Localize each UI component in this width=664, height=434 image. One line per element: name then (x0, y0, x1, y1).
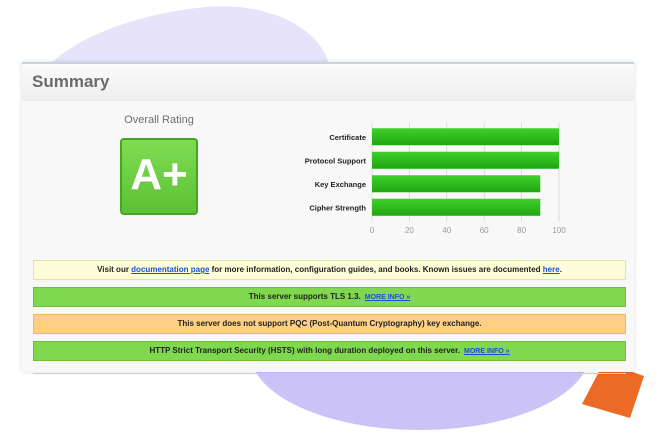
x-tick-label: 20 (405, 226, 414, 235)
docs-text-before: Visit our (97, 265, 132, 274)
tls13-text: This server supports TLS 1.3. (248, 292, 361, 301)
summary-card: Summary Overall Rating A+ 0 20 40 60 80 100 Ce… (22, 62, 634, 374)
overall-rating-label: Overall Rating (124, 114, 194, 126)
grade-badge: A+ (120, 138, 198, 215)
x-tick-label: 40 (442, 226, 451, 235)
bar (372, 175, 541, 193)
pqc-text: This server does not support PQC (Post-Q… (177, 319, 482, 328)
category-label: Cipher Strength (309, 203, 366, 212)
summary-header: Summary (22, 62, 634, 103)
bar (372, 128, 559, 146)
docs-text-middle: for more information, configuration guid… (209, 265, 543, 274)
documentation-notice: Visit our documentation page for more in… (33, 260, 626, 280)
hsts-more-info-link[interactable]: MORE INFO » (464, 348, 510, 355)
hsts-text: HTTP Strict Transport Security (HSTS) wi… (149, 346, 461, 355)
grade-text: A+ (130, 150, 188, 199)
category-label: Key Exchange (315, 180, 366, 189)
documentation-page-link[interactable]: documentation page (131, 265, 209, 274)
category-label: Protocol Support (305, 156, 367, 165)
tls13-more-info-link[interactable]: MORE INFO » (365, 294, 411, 301)
docs-text-after: . (559, 265, 562, 274)
hsts-notice: HTTP Strict Transport Security (HSTS) wi… (33, 341, 626, 361)
x-tick-label: 60 (480, 226, 489, 235)
category-label: Certificate (329, 133, 366, 142)
divider (33, 373, 626, 374)
pqc-notice: This server does not support PQC (Post-Q… (33, 314, 626, 334)
bar (372, 198, 541, 216)
rating-bar-chart: 0 20 40 60 80 100 Certificate Protocol Support K… (305, 123, 566, 235)
known-issues-link[interactable]: here (543, 265, 560, 274)
x-tick-label: 80 (517, 226, 526, 235)
x-tick-label: 0 (370, 226, 375, 235)
summary-title: Summary (32, 72, 110, 91)
summary-body: Overall Rating A+ 0 20 40 60 80 100 Certificat… (22, 101, 634, 374)
bar (372, 151, 559, 169)
x-tick-label: 100 (552, 226, 566, 235)
tls13-notice: This server supports TLS 1.3. MORE INFO » (33, 287, 626, 307)
